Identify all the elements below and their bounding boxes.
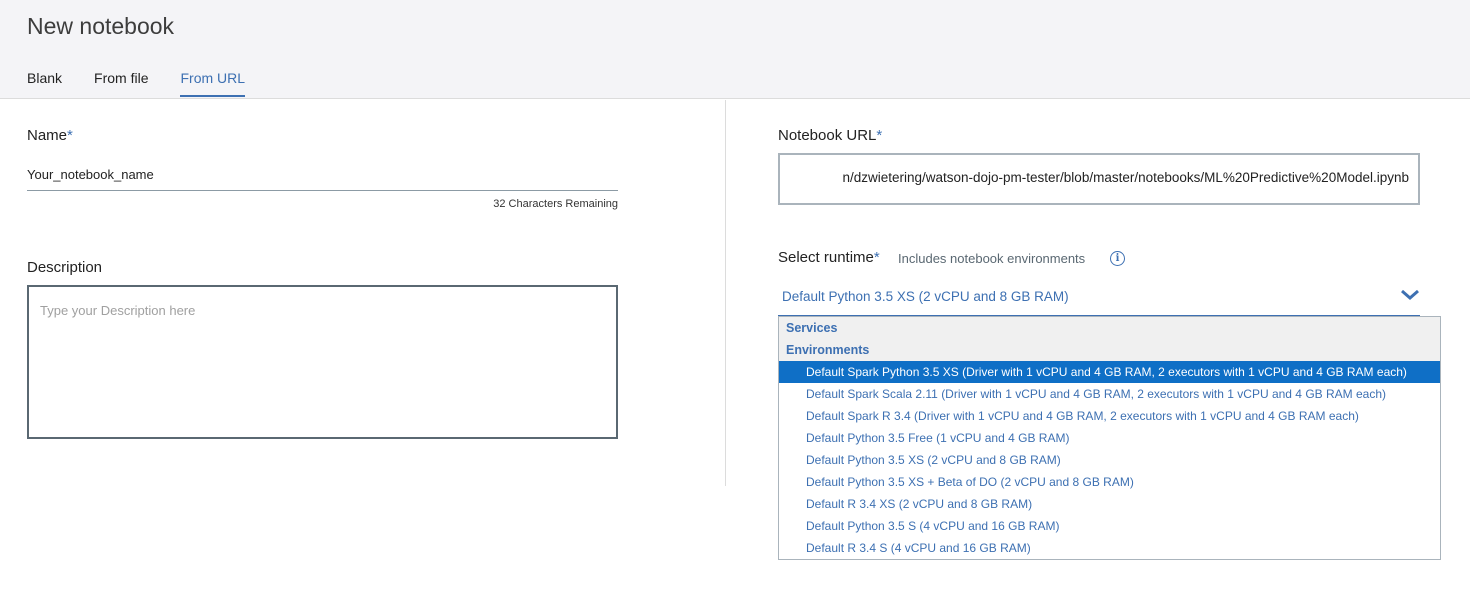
notebook-url-label-text: Notebook URL (778, 127, 877, 144)
chevron-down-icon[interactable] (1400, 288, 1420, 302)
page-header: New notebook Blank From file From URL (0, 0, 1470, 99)
notebook-url-input[interactable]: n/dzwietering/watson-dojo-pm-tester/blob… (778, 153, 1420, 205)
runtime-select[interactable]: Default Python 3.5 XS (2 vCPU and 8 GB R… (778, 282, 1420, 316)
name-label-text: Name (27, 127, 68, 144)
notebook-name-input[interactable] (27, 158, 618, 191)
info-icon[interactable]: i (1110, 251, 1125, 266)
tab-from-file[interactable]: From file (94, 70, 148, 97)
dropdown-option[interactable]: Default R 3.4 S (4 vCPU and 16 GB RAM) (779, 537, 1440, 559)
page-title: New notebook (27, 13, 175, 39)
dropdown-option[interactable]: Default Python 3.5 Free (1 vCPU and 4 GB… (779, 427, 1440, 449)
tab-bar: Blank From file From URL (27, 70, 277, 97)
dropdown-option[interactable]: Default Spark R 3.4 (Driver with 1 vCPU … (779, 405, 1440, 427)
dropdown-option[interactable]: Default Python 3.5 XS (2 vCPU and 8 GB R… (779, 449, 1440, 471)
dropdown-option[interactable]: Default Spark Scala 2.11 (Driver with 1 … (779, 383, 1440, 405)
tab-from-url[interactable]: From URL (180, 70, 246, 97)
column-divider (725, 100, 726, 486)
dropdown-option[interactable]: Default R 3.4 XS (2 vCPU and 8 GB RAM) (779, 493, 1440, 515)
required-mark: * (67, 127, 73, 144)
select-runtime-label-text: Select runtime (778, 249, 874, 266)
description-label: Description (27, 259, 103, 276)
group-services: Services (779, 317, 1440, 339)
dropdown-option[interactable]: Default Python 3.5 S (4 vCPU and 16 GB R… (779, 515, 1440, 537)
select-runtime-label: Select runtime* (778, 249, 880, 266)
required-mark: * (873, 249, 880, 266)
notebook-url-label: Notebook URL* (778, 127, 882, 144)
characters-remaining: 32 Characters Remaining (493, 198, 618, 210)
name-label: Name* (27, 127, 73, 144)
description-textarea[interactable]: Type your Description here (27, 285, 618, 439)
runtime-note: Includes notebook environments (898, 251, 1086, 266)
tab-blank[interactable]: Blank (27, 70, 62, 97)
dropdown-option[interactable]: Default Python 3.5 XS + Beta of DO (2 vC… (779, 471, 1440, 493)
dropdown-option[interactable]: Default Spark Python 3.5 XS (Driver with… (779, 361, 1440, 383)
runtime-dropdown-list: Services Environments Default Spark Pyth… (778, 316, 1441, 560)
notebook-url-value: n/dzwietering/watson-dojo-pm-tester/blob… (842, 170, 1409, 185)
description-placeholder: Type your Description here (40, 303, 196, 318)
runtime-selected-value: Default Python 3.5 XS (2 vCPU and 8 GB R… (782, 289, 1069, 304)
group-environments: Environments (779, 339, 1440, 361)
required-mark: * (876, 127, 883, 144)
